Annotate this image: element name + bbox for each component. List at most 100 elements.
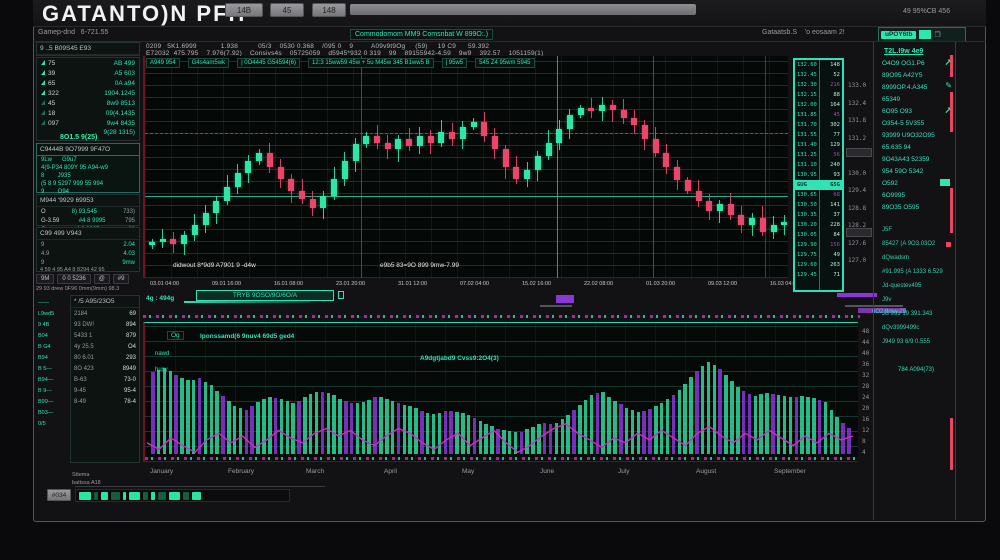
market-watch-row[interactable]: 0979w4 8435 xyxy=(37,118,139,128)
right-panel-item[interactable]: 8999OP.4.A345✎ xyxy=(878,81,954,93)
trading-terminal-screen: GATANTO)N PFH 14B 45 148 49 95%CB 456 Ga… xyxy=(0,0,1000,560)
status-button[interactable]: #034 xyxy=(47,489,71,501)
oscillator-axis-label: 16 xyxy=(862,416,869,423)
candle-body xyxy=(192,225,198,236)
panel-action-icon[interactable] xyxy=(919,30,931,39)
candle-body xyxy=(245,161,251,173)
legend-item[interactable]: B04 xyxy=(38,331,68,342)
month-label: April xyxy=(384,468,397,475)
order-row[interactable]: O8) 93.545733) xyxy=(37,207,139,216)
scrollbar-segment[interactable] xyxy=(950,418,953,470)
scrollbar-segment[interactable] xyxy=(950,188,953,233)
right-panel-lower-item[interactable]: dQv3999499c xyxy=(878,321,954,335)
data-window-panel[interactable]: * /5 A95/23O5 21846993 DW!8945433 18794y… xyxy=(70,295,140,463)
right-panel-lower-item[interactable]: J9v xyxy=(878,293,954,307)
candle-body xyxy=(621,110,627,119)
scrollbar-segment[interactable] xyxy=(950,55,953,77)
right-panel-lower-item[interactable]: dQwadsm xyxy=(878,251,954,265)
right-panel-lower-item[interactable]: #91.995 (A 1333 6.529 xyxy=(878,265,954,279)
legend-item[interactable]: B 9— xyxy=(38,386,68,397)
candle-body xyxy=(567,115,573,129)
legend-item[interactable]: L9wd5 xyxy=(38,309,68,320)
mini-button[interactable]: @ xyxy=(94,274,110,284)
market-watch-link2[interactable]: 8O1.5 9(25) xyxy=(60,134,97,141)
trend-up-icon xyxy=(41,80,45,85)
market-watch-row[interactable]: 75AB 499 xyxy=(37,58,139,68)
session-vline xyxy=(557,56,558,278)
market-watch-row[interactable]: 458w9 8513 xyxy=(37,98,139,108)
right-panel-item[interactable]: O4O9 OG1.P6↗ xyxy=(878,57,954,69)
notice-line[interactable]: 8 J935 xyxy=(37,172,139,180)
candle-body xyxy=(438,132,444,142)
scrollbar-segment[interactable] xyxy=(950,92,953,132)
legend-item[interactable]: 9 4B xyxy=(38,320,68,331)
dom-price-ladder[interactable]: 132.60148132.4552132.30216132.1588132.00… xyxy=(793,58,844,292)
right-panel-item[interactable]: O354-5 5V355 xyxy=(878,117,954,129)
alert-dot-icon xyxy=(946,242,951,247)
candle-wick xyxy=(784,215,785,235)
notices-panel[interactable]: C9444B 9O7999 9F47O 9Lw G9u74(9-P34 809Y… xyxy=(36,143,140,193)
right-panel-tab[interactable]: uPOY6tb xyxy=(881,31,916,39)
window-restore-icon[interactable]: ❐ xyxy=(934,31,940,39)
legend-item[interactable]: —— xyxy=(38,298,68,309)
legend-item[interactable]: B94 xyxy=(38,353,68,364)
price-level-magenta xyxy=(145,133,788,134)
right-panel-header[interactable]: uPOY6tb ❐ xyxy=(878,27,966,42)
notice-line[interactable]: 9Lw G9u7 xyxy=(37,156,139,164)
month-label: March xyxy=(306,468,324,475)
legend-item[interactable]: B94— xyxy=(38,375,68,386)
market-watch-row[interactable]: 3221904.1245 xyxy=(37,88,139,98)
candle-body xyxy=(685,180,691,190)
right-panel-item[interactable]: 89O35 O595 xyxy=(878,201,954,213)
candle-body xyxy=(481,122,487,136)
right-panel-item[interactable]: 65.635 94 xyxy=(878,141,954,153)
market-watch-row[interactable]: 650A a94 xyxy=(37,78,139,88)
session-vline xyxy=(653,56,654,278)
right-panel-lower-item[interactable]: JB 999 19 391.343 xyxy=(878,307,954,321)
mini-button[interactable]: 0 0 5236 xyxy=(57,274,90,284)
titlebar-button-2[interactable]: 45 xyxy=(270,3,304,17)
chart-info-segment: 545 Z4 95wm 5945 xyxy=(475,58,534,68)
candle-body xyxy=(653,139,659,153)
right-panel-item[interactable]: 9O43A43 52359 xyxy=(878,153,954,165)
account-row: 92.04 xyxy=(37,240,139,249)
mid-progress-pill[interactable]: TRYB 9OSO/9O/6O/A xyxy=(196,290,334,301)
titlebar-button-1[interactable]: 14B xyxy=(225,3,263,17)
mini-button[interactable]: #9 xyxy=(113,274,130,284)
titlebar-address-bar[interactable] xyxy=(350,4,696,15)
right-panel-item[interactable]: O592 xyxy=(878,177,954,189)
right-panel-lower-item[interactable]: J5F xyxy=(878,223,954,237)
right-panel-item[interactable]: 89O95 A42Y5 xyxy=(878,69,954,81)
right-panel-item[interactable]: 954 59O 5342 xyxy=(878,165,954,177)
titlebar-button-3[interactable]: 148 xyxy=(312,3,346,17)
right-panel-lower-item[interactable]: J949 93 6/9 0.555 xyxy=(878,335,954,349)
legend-item[interactable]: B03— xyxy=(38,408,68,419)
legend-item[interactable]: B G4 xyxy=(38,342,68,353)
market-watch-panel[interactable]: 75AB 49939A5 603650A a943221904.1245458w… xyxy=(36,57,140,141)
legend-item[interactable]: 0/5 xyxy=(38,419,68,430)
notice-line[interactable]: 4(9-P34 809Y 95 A94-w9 xyxy=(37,164,139,172)
candle-body xyxy=(181,235,187,244)
right-news-panel[interactable]: T2L.I9w 4e9 O4O9 OG1.P6↗89O95 A42Y58999O… xyxy=(878,44,954,520)
right-panel-item[interactable]: 65349 xyxy=(878,93,954,105)
right-panel-item[interactable]: 6O95 O93↗ xyxy=(878,105,954,117)
legend-item[interactable]: B 5— xyxy=(38,364,68,375)
orders-panel[interactable]: M944 '9929 69953 O8) 93.545733)G-3.59#4 … xyxy=(36,194,140,226)
right-panel-lower-item[interactable]: Jd-questev495 xyxy=(878,279,954,293)
right-panel-item[interactable]: 93999 U9O32O95 xyxy=(878,129,954,141)
oscillator-panel[interactable]: OgIponssamd(6 9nuv4 69d5 ged4nawdhusyA9d… xyxy=(143,322,858,462)
legend-item[interactable]: B99— xyxy=(38,397,68,408)
market-watch-row[interactable]: 39A5 603 xyxy=(37,68,139,78)
mini-button[interactable]: 9M xyxy=(36,274,54,284)
right-panel-item[interactable]: 6O9995 xyxy=(878,189,954,201)
account-panel[interactable]: C99 499 V943 92.044.94.0399mw 4 59 4 95 … xyxy=(36,227,140,272)
right-panel-lower-item[interactable]: 85427 (A 9O3.03O2 xyxy=(878,237,954,251)
mid-marker-box[interactable] xyxy=(338,291,344,299)
order-row[interactable]: G-3.59#4 8 9995795 xyxy=(37,216,139,225)
market-watch-row[interactable]: 1809(4.1435 xyxy=(37,108,139,118)
candle-body xyxy=(203,213,209,225)
main-candlestick-chart[interactable] xyxy=(143,56,788,278)
notice-line[interactable]: (5 8 9 5297 999 55 994 xyxy=(37,180,139,188)
chart-annotation-right: e9b5 83=9O 899 9mw-7.99 xyxy=(380,262,459,269)
indicator-legend-column: ——L9wd59 4BB04B G4B94B 5—B94—B 9—B99—B03… xyxy=(38,298,68,430)
